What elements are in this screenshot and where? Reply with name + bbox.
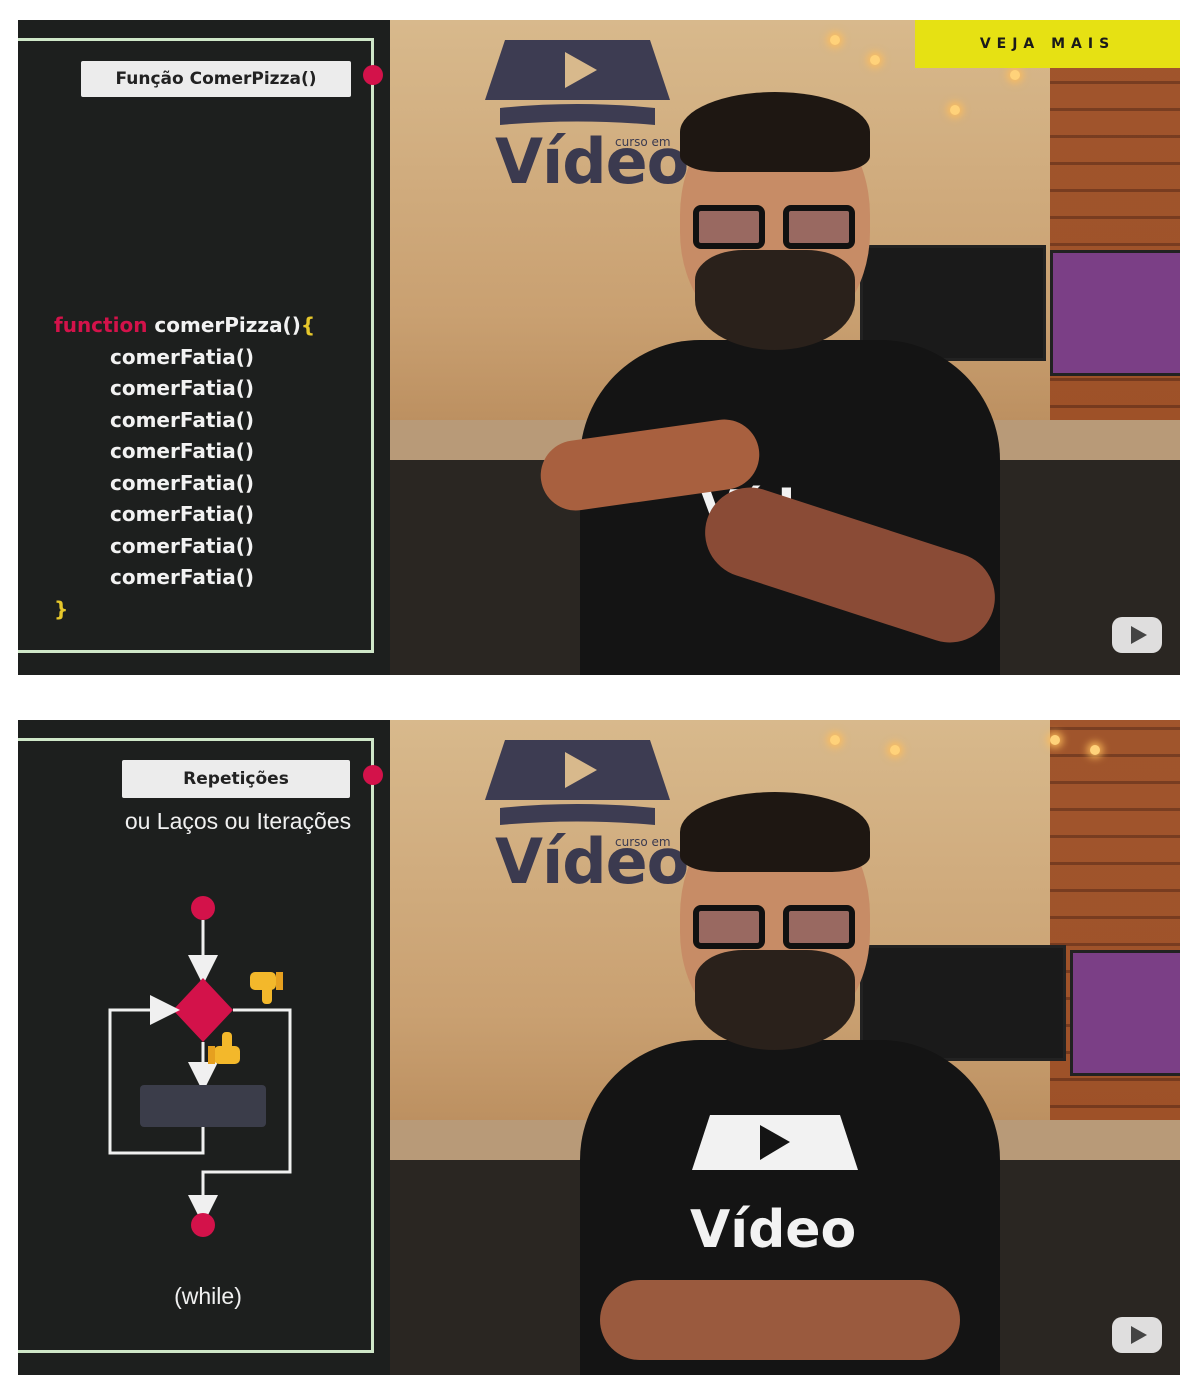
panel-title: Função ComerPizza() bbox=[81, 61, 351, 97]
video-frame-bottom: Repetições ou Laços ou Iterações (while)… bbox=[18, 720, 1180, 1375]
lamp-light bbox=[830, 735, 840, 745]
diagram-panel: Repetições ou Laços ou Iterações (while) bbox=[18, 720, 390, 1375]
youtube-play-icon[interactable] bbox=[1112, 617, 1162, 653]
lamp-light bbox=[1090, 745, 1100, 755]
presenter-glasses bbox=[685, 905, 865, 953]
code-keyword: function bbox=[54, 313, 148, 337]
code-line: comerFatia() bbox=[110, 470, 255, 495]
presenter-hair bbox=[680, 792, 870, 872]
code-function-name: comerPizza() bbox=[154, 313, 301, 337]
code-line: comerFatia() bbox=[110, 344, 255, 369]
code-open-brace: { bbox=[300, 313, 316, 337]
monitor-purple bbox=[1070, 950, 1180, 1076]
studio-scene: Vídeo curso em Vídeo bbox=[390, 720, 1180, 1375]
thumbs-up-icon bbox=[208, 1032, 240, 1064]
code-line-signature: function comerPizza(){ bbox=[54, 310, 315, 342]
code-panel: Função ComerPizza() function comerPizza(… bbox=[18, 20, 390, 675]
presenter: Víd bbox=[536, 92, 1020, 675]
lamp-light bbox=[1050, 735, 1060, 745]
flow-process-node bbox=[140, 1085, 266, 1127]
presenter-beard bbox=[695, 950, 855, 1050]
veja-mais-button[interactable]: VEJA MAIS bbox=[915, 20, 1180, 68]
monitor-purple bbox=[1050, 250, 1180, 376]
shirt-logo-icon bbox=[692, 1115, 858, 1170]
code-line: comerFatia() bbox=[110, 407, 255, 432]
video-frame-top: Função ComerPizza() function comerPizza(… bbox=[18, 20, 1180, 675]
lamp-light bbox=[830, 35, 840, 45]
lamp-light bbox=[1010, 70, 1020, 80]
flow-start-node bbox=[191, 896, 215, 920]
flow-decision-node bbox=[173, 978, 233, 1042]
presenter-arms-crossed bbox=[600, 1280, 960, 1360]
lamp-light bbox=[870, 55, 880, 65]
code-block: function comerPizza(){ comerFatia() come… bbox=[54, 310, 315, 625]
code-line: comerFatia() bbox=[110, 565, 255, 589]
code-line: comerFatia() bbox=[110, 439, 255, 463]
red-dot bbox=[363, 65, 383, 85]
lamp-light bbox=[890, 745, 900, 755]
while-flowchart bbox=[108, 896, 292, 1237]
presenter-beard bbox=[695, 250, 855, 350]
shirt-logo: Vídeo bbox=[690, 1200, 857, 1260]
thumbs-down-icon bbox=[250, 972, 283, 1004]
presenter-glasses bbox=[685, 205, 865, 253]
presenter-hair bbox=[680, 92, 870, 172]
while-label: (while) bbox=[174, 1283, 242, 1309]
code-close-brace: } bbox=[54, 596, 69, 621]
youtube-play-icon[interactable] bbox=[1112, 1317, 1162, 1353]
code-line: comerFatia() bbox=[110, 502, 255, 526]
presenter: Vídeo bbox=[560, 792, 1020, 1375]
code-line: comerFatia() bbox=[110, 376, 255, 400]
studio-scene: Vídeo curso em Víd VEJA MAIS bbox=[390, 20, 1180, 675]
flow-end-node bbox=[191, 1213, 215, 1237]
code-line: comerFatia() bbox=[110, 533, 255, 558]
